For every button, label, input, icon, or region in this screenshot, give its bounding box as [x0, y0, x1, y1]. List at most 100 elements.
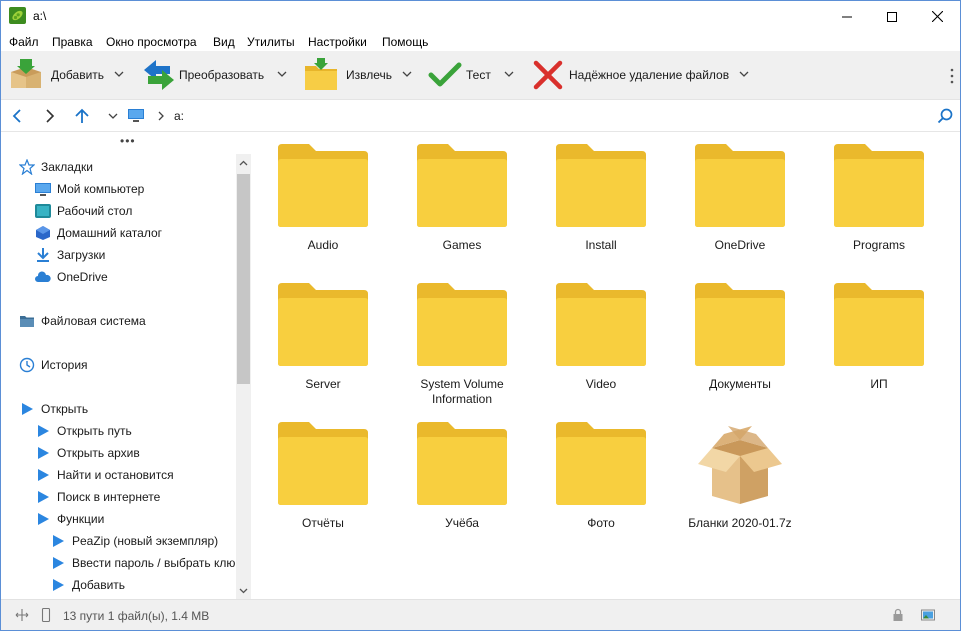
sidebar-item-web-search[interactable]: Поиск в интернете [35, 487, 160, 507]
file-tile[interactable]: ИП [811, 275, 947, 405]
sidebar-item-my-computer[interactable]: Мой компьютер [35, 179, 144, 199]
play-triangle-icon [38, 513, 49, 525]
red-x-icon [533, 60, 563, 90]
convert-dropdown-chevron-icon[interactable] [277, 70, 287, 78]
file-tile[interactable]: OneDrive [672, 136, 808, 266]
up-button[interactable] [72, 106, 92, 126]
sidebar-item-history[interactable]: История [19, 355, 88, 375]
computer-root-button[interactable] [126, 106, 146, 126]
address-bar: a: [1, 100, 960, 132]
sidebar-item-label: OneDrive [57, 270, 108, 284]
forward-button[interactable] [40, 106, 60, 126]
add-dropdown-chevron-icon[interactable] [114, 70, 124, 78]
menu-edit[interactable]: Правка [52, 35, 93, 49]
file-name: ИП [870, 377, 888, 391]
sidebar-item-label: Функции [57, 512, 105, 526]
sidebar-item-onedrive[interactable]: OneDrive [35, 267, 108, 287]
sidebar-item-home[interactable]: Домашний каталог [35, 223, 162, 243]
scroll-up-button[interactable] [237, 156, 250, 169]
file-name: Games [442, 238, 482, 252]
test-dropdown-chevron-icon[interactable] [504, 70, 514, 78]
sidebar-item-find[interactable]: Найти и остановится [35, 465, 174, 485]
lock-icon[interactable] [891, 608, 905, 622]
scroll-down-button[interactable] [237, 584, 250, 597]
sidebar-menu-dots[interactable]: ••• [120, 134, 136, 148]
file-tile[interactable]: Документы [672, 275, 808, 405]
search-button[interactable] [935, 106, 955, 126]
menu-help[interactable]: Помощь [382, 35, 428, 49]
maximize-icon [887, 11, 897, 22]
file-tile[interactable]: Audio [255, 136, 391, 266]
file-tile[interactable]: Бланки 2020-01.7z [672, 414, 808, 544]
sidebar-item-open-archive[interactable]: Открыть архив [35, 443, 140, 463]
file-tile[interactable]: Install [533, 136, 669, 266]
path-text[interactable]: a: [174, 109, 184, 123]
close-button[interactable] [914, 1, 960, 32]
file-tile[interactable]: Отчёты [255, 414, 391, 544]
sidebar-item-new-instance[interactable]: PeaZip (новый экземпляр) [50, 531, 218, 551]
menu-file[interactable]: Файл [9, 35, 39, 49]
file-name: Video [585, 377, 617, 391]
path-separator[interactable] [151, 106, 171, 126]
menu-bar: Файл Правка Окно просмотра Вид Утилиты Н… [1, 32, 960, 51]
folder-icon [278, 422, 368, 505]
sidebar-item-bookmarks[interactable]: Закладки [19, 157, 93, 177]
file-tile[interactable]: System Volume Information [394, 275, 530, 406]
computer-icon [128, 109, 144, 122]
file-tile[interactable]: Учёба [394, 414, 530, 544]
sidebar-item-functions[interactable]: Функции [35, 509, 104, 529]
minimize-button[interactable] [824, 1, 870, 32]
computer-icon [35, 183, 51, 196]
file-name: Server [305, 377, 341, 391]
back-arrow-icon [12, 109, 21, 123]
phone-icon[interactable] [39, 608, 53, 622]
back-button[interactable] [7, 106, 27, 126]
sidebar-item-label: PeaZip (новый экземпляр) [72, 534, 219, 548]
move-cross-icon[interactable] [15, 608, 29, 622]
extract-label: Извлечь [346, 68, 393, 82]
search-icon [937, 108, 953, 124]
menu-tools[interactable]: Утилиты [247, 35, 295, 49]
folder-icon [20, 316, 34, 327]
file-tile[interactable]: Programs [811, 136, 947, 266]
minimize-icon [842, 16, 852, 17]
file-tile[interactable]: Games [394, 136, 530, 266]
file-list: Audio Games Install OneDrive Programs Server S… [254, 132, 960, 599]
menu-view[interactable]: Вид [213, 35, 235, 49]
folder-icon [417, 422, 507, 505]
secure-delete-dropdown-chevron-icon[interactable] [739, 70, 749, 78]
menu-browser-window[interactable]: Окно просмотра [106, 35, 197, 49]
sidebar-item-open[interactable]: Открыть [19, 399, 88, 419]
file-tile[interactable]: Server [255, 275, 391, 405]
toolbar-more-icon[interactable] [949, 67, 955, 85]
sidebar-item-open-path[interactable]: Открыть путь [35, 421, 132, 441]
sidebar-item-filesystem[interactable]: Файловая система [19, 311, 146, 331]
extract-dropdown-chevron-icon[interactable] [402, 70, 412, 78]
preview-image-icon[interactable] [921, 608, 935, 622]
menu-settings[interactable]: Настройки [308, 35, 367, 49]
desktop-icon [35, 204, 51, 218]
secure-delete-label: Надёжное удаление файлов [569, 68, 730, 82]
folder-icon [556, 144, 646, 227]
sidebar-scroll-thumb[interactable] [237, 174, 250, 384]
file-tile[interactable]: Video [533, 275, 669, 405]
sidebar-item-add[interactable]: Добавить [50, 575, 125, 595]
sidebar-item-label: История [41, 358, 88, 372]
folder-icon [556, 283, 646, 366]
convert-button[interactable]: Преобразовать [142, 58, 264, 92]
secure-delete-button[interactable]: Надёжное удаление файлов [531, 58, 729, 92]
test-button[interactable]: Тест [428, 58, 491, 92]
file-tile[interactable]: Фото [533, 414, 669, 544]
sidebar-item-label: Рабочий стол [57, 204, 133, 218]
sidebar-item-desktop[interactable]: Рабочий стол [35, 201, 132, 221]
sidebar-item-downloads[interactable]: Загрузки [35, 245, 105, 265]
maximize-button[interactable] [869, 1, 915, 32]
chevron-right-icon [158, 111, 164, 121]
add-button[interactable]: Добавить [9, 58, 104, 92]
extract-button[interactable]: Извлечь [304, 58, 392, 92]
history-dropdown-button[interactable] [103, 106, 123, 126]
sidebar-item-label: Добавить [72, 578, 126, 592]
sidebar-item-enter-password[interactable]: Ввести пароль / выбрать клю [50, 553, 235, 573]
folder-icon [278, 283, 368, 366]
file-name: Programs [852, 238, 905, 252]
